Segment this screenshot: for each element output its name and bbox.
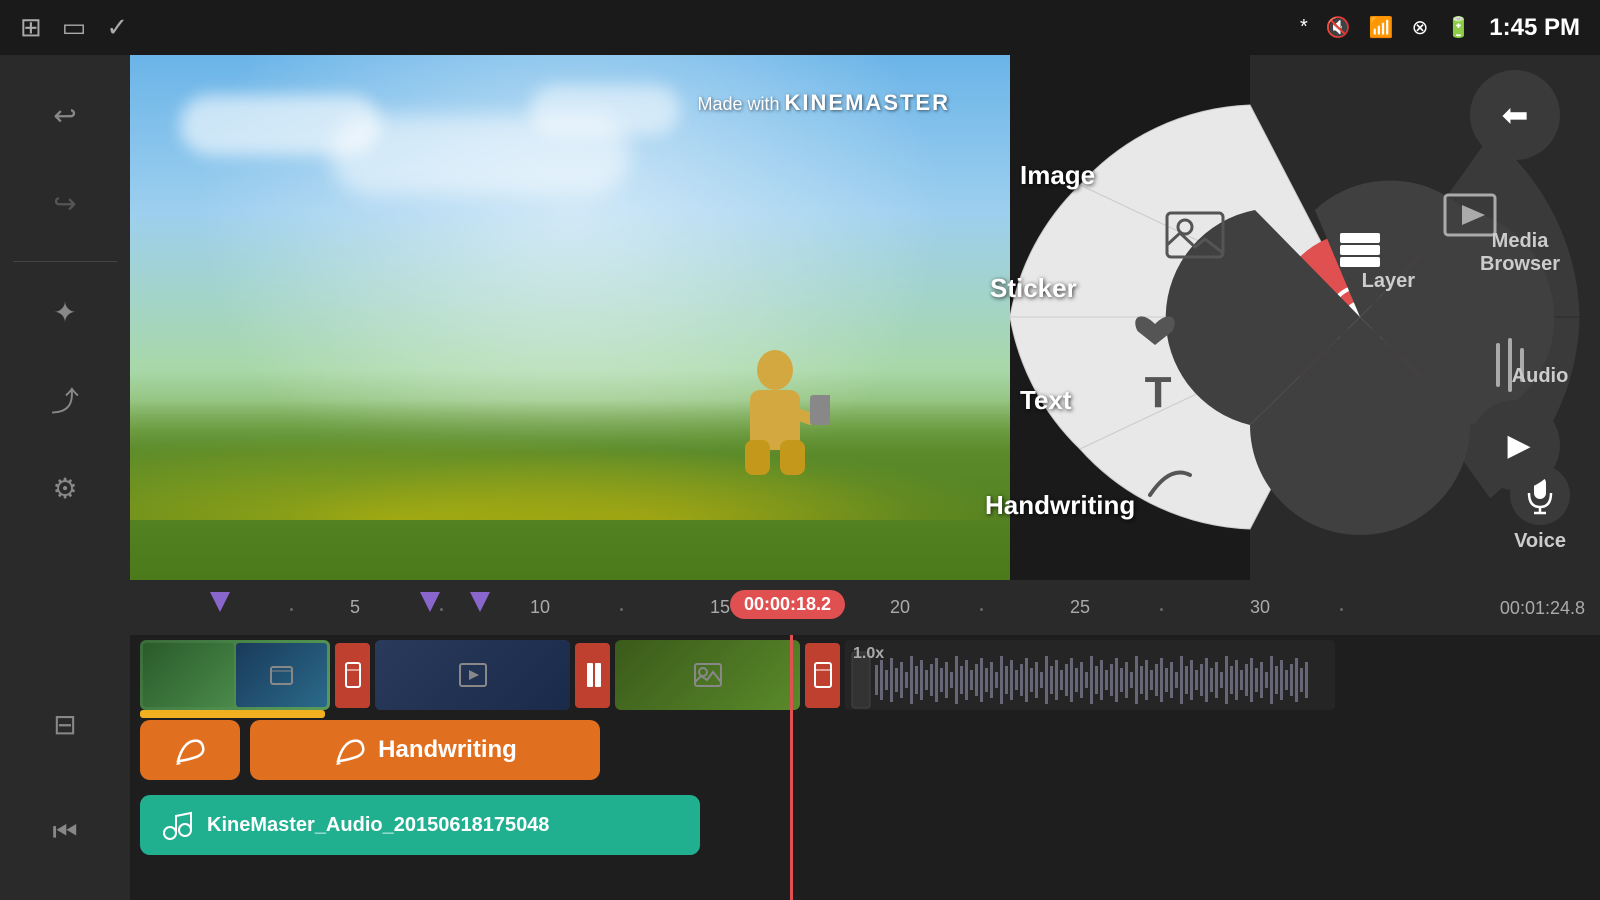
waveform-clip[interactable]: 1.0x // We'll draw static waveform bars bbox=[845, 640, 1335, 710]
playhead-line bbox=[790, 635, 793, 900]
label-image: Image bbox=[1020, 160, 1095, 191]
label-handwriting: Handwriting bbox=[985, 490, 1135, 521]
clip-2[interactable] bbox=[375, 640, 570, 710]
redo-button[interactable]: ↪ bbox=[25, 163, 105, 243]
video-preview: Made with KINEMASTER bbox=[130, 55, 1010, 580]
ruler-5: 5 bbox=[350, 597, 360, 618]
handwriting-btn-large[interactable]: Handwriting bbox=[250, 720, 600, 780]
speed-badge: 1.0x bbox=[853, 645, 884, 663]
label-sticker: Sticker bbox=[990, 273, 1077, 304]
gallery-icon[interactable]: ⊞ bbox=[20, 12, 42, 43]
rewind-button[interactable]: ⏮ bbox=[25, 792, 105, 872]
adjust-button[interactable]: ⊟ bbox=[25, 684, 105, 764]
share-button[interactable]: ⤴ bbox=[25, 360, 105, 440]
label-audio: Audio bbox=[1500, 365, 1580, 388]
handwriting-btn-small[interactable] bbox=[140, 720, 240, 780]
audio-track-label: KineMaster_Audio_20150618175048 bbox=[207, 814, 549, 837]
tablet-icon[interactable]: ▭ bbox=[62, 12, 87, 43]
label-text: Text bbox=[1020, 385, 1072, 416]
wifi-icon: 📶 bbox=[1369, 15, 1394, 40]
marker-2 bbox=[420, 592, 440, 612]
svg-text:T: T bbox=[1145, 368, 1172, 417]
undo-button[interactable]: ↩ bbox=[25, 75, 105, 155]
annotation-track: Handwriting bbox=[140, 720, 1590, 780]
ruler-15: 15 bbox=[710, 597, 730, 618]
clip-separator-3[interactable] bbox=[805, 643, 840, 708]
ruler-20: 20 bbox=[890, 597, 910, 618]
effects-button[interactable]: ✦ bbox=[25, 272, 105, 352]
audio-track[interactable]: KineMaster_Audio_20150618175048 bbox=[140, 795, 700, 855]
alarm-icon: ⊗ bbox=[1412, 15, 1429, 40]
clip-progress-bar bbox=[140, 710, 325, 718]
mute-icon: 🔇 bbox=[1326, 15, 1351, 40]
timeline-area: 5 10 15 20 25 30 00:00:18.2 00:01:24.8 bbox=[130, 580, 1600, 900]
left-sidebar: ↩ ↪ ✦ ⤴ ⚙ ⊟ ⏮ bbox=[0, 55, 130, 900]
total-time: 00:01:24.8 bbox=[1500, 598, 1585, 619]
marker-1 bbox=[210, 592, 230, 612]
marker-3 bbox=[470, 592, 490, 612]
settings-button[interactable]: ⚙ bbox=[25, 448, 105, 528]
label-media-browser: Media Browser bbox=[1460, 230, 1580, 276]
clip-3[interactable] bbox=[615, 640, 800, 710]
label-layer: Layer bbox=[1362, 270, 1415, 293]
ruler-10: 10 bbox=[530, 597, 550, 618]
label-voice: Voice bbox=[1510, 530, 1570, 553]
clip-separator-2[interactable] bbox=[575, 643, 610, 708]
timeline-ruler: 5 10 15 20 25 30 00:00:18.2 00:01:24.8 bbox=[130, 580, 1600, 635]
checkmark-icon[interactable]: ✓ bbox=[106, 12, 128, 43]
export-button[interactable]: ⬅ bbox=[1470, 70, 1560, 160]
battery-icon: 🔋 bbox=[1446, 15, 1471, 40]
clip-1[interactable] bbox=[140, 640, 330, 710]
time-display: 1:45 PM bbox=[1489, 14, 1580, 42]
clip-separator-1[interactable] bbox=[335, 643, 370, 708]
handwriting-btn-label: Handwriting bbox=[378, 736, 517, 764]
bluetooth-icon: * bbox=[1300, 16, 1308, 39]
video-track[interactable]: 1.0x // We'll draw static waveform bars bbox=[130, 635, 1600, 715]
current-time-badge: 00:00:18.2 bbox=[730, 590, 845, 619]
ruler-30: 30 bbox=[1250, 597, 1270, 618]
ruler-25: 25 bbox=[1070, 597, 1090, 618]
play-button[interactable]: ▶ bbox=[1470, 400, 1560, 490]
